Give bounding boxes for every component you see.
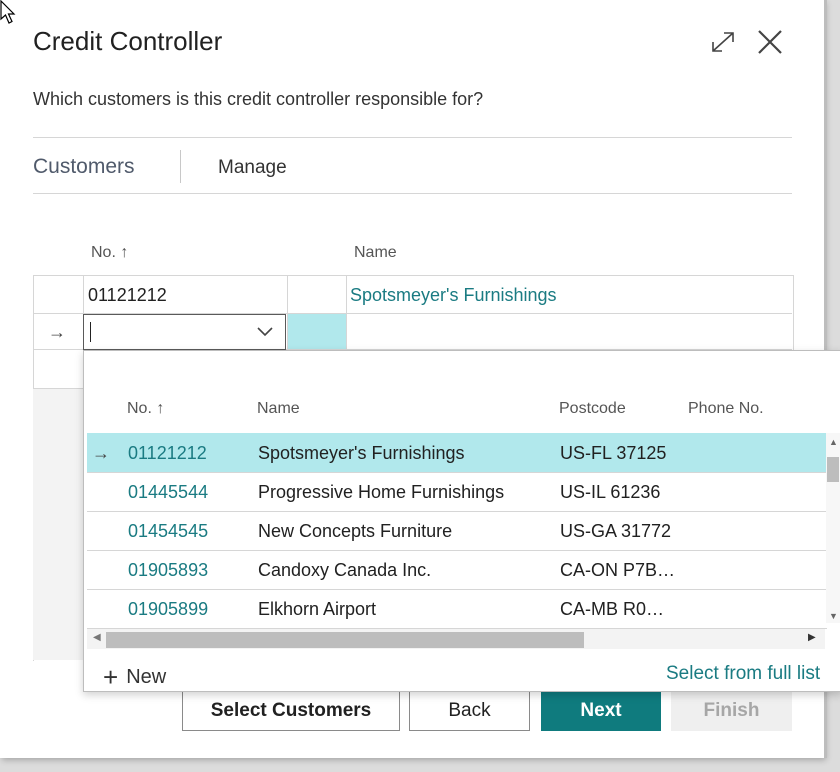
lookup-cell-name: Spotsmeyer's Furnishings bbox=[258, 443, 465, 463]
back-button[interactable]: Back bbox=[409, 690, 530, 731]
lookup-cell-postcode: US-IL 61236 bbox=[560, 482, 661, 502]
tab-separator bbox=[180, 150, 181, 183]
customer-lookup-dropdown: No. ↑ Name Postcode Phone No. → 01121212… bbox=[83, 350, 840, 692]
select-from-full-list-link[interactable]: Select from full list bbox=[666, 663, 820, 685]
grid-cell-name-link[interactable]: Spotsmeyer's Furnishings bbox=[350, 285, 557, 306]
lookup-cell-postcode: US-FL 37125 bbox=[560, 443, 667, 463]
lookup-header-phone[interactable]: Phone No. bbox=[688, 400, 764, 418]
new-button[interactable]: + New bbox=[103, 662, 166, 693]
lookup-cell-postcode: US-GA 31772 bbox=[560, 521, 672, 541]
lookup-cell-name: Elkhorn Airport bbox=[258, 599, 377, 619]
divider bbox=[33, 137, 792, 138]
active-row-cell[interactable] bbox=[288, 314, 346, 349]
lookup-cell-name: Candoxy Canada Inc. bbox=[258, 560, 432, 580]
tab-manage[interactable]: Manage bbox=[218, 157, 287, 179]
lookup-header-postcode[interactable]: Postcode bbox=[559, 400, 626, 418]
lookup-header-no[interactable]: No. ↑ bbox=[127, 400, 164, 418]
divider bbox=[33, 193, 792, 194]
lookup-row[interactable]: 01905893 Candoxy Canada Inc. CA-ON P7B… bbox=[87, 550, 827, 590]
customer-no-input[interactable] bbox=[83, 314, 286, 350]
lookup-cell-no[interactable]: 01454545 bbox=[128, 521, 208, 542]
new-label: New bbox=[126, 666, 167, 688]
grid-line bbox=[33, 388, 84, 389]
scroll-right-icon[interactable]: ▶ bbox=[808, 632, 816, 643]
current-row-arrow-icon: → bbox=[48, 322, 66, 342]
text-caret bbox=[90, 322, 91, 342]
tab-customers[interactable]: Customers bbox=[33, 155, 135, 179]
lookup-cell-no[interactable]: 01905899 bbox=[128, 599, 208, 620]
scroll-down-icon[interactable]: ▼ bbox=[829, 611, 838, 621]
lookup-cell-postcode: CA-MB R0… bbox=[560, 599, 665, 619]
lookup-cell-no[interactable]: 01121212 bbox=[128, 443, 207, 464]
grid-empty-area bbox=[33, 389, 84, 660]
vertical-scroll-thumb[interactable] bbox=[827, 457, 839, 482]
dialog-question: Which customers is this credit controlle… bbox=[33, 89, 484, 109]
lookup-row[interactable]: 01905899 Elkhorn Airport CA-MB R0… bbox=[87, 589, 827, 629]
chevron-down-icon[interactable] bbox=[256, 324, 274, 338]
lookup-row[interactable]: → 01121212 Spotsmeyer's Furnishings US-F… bbox=[87, 433, 827, 473]
lookup-header-name[interactable]: Name bbox=[257, 400, 300, 418]
lookup-cell-no[interactable]: 01905893 bbox=[128, 560, 208, 581]
lookup-cell-postcode: CA-ON P7B… bbox=[560, 560, 676, 580]
column-header-name[interactable]: Name bbox=[354, 244, 397, 262]
column-header-no[interactable]: No. ↑ bbox=[91, 244, 128, 262]
scroll-up-icon[interactable]: ▲ bbox=[829, 437, 838, 447]
grid-cell-no[interactable]: 01121212 bbox=[88, 285, 167, 306]
close-icon[interactable] bbox=[754, 26, 786, 58]
dialog-title: Credit Controller bbox=[33, 26, 223, 56]
plus-icon: + bbox=[103, 662, 119, 692]
selected-row-arrow-icon: → bbox=[92, 443, 110, 463]
scroll-left-icon[interactable]: ◀ bbox=[93, 632, 101, 643]
lookup-row[interactable]: 01445544 Progressive Home Furnishings US… bbox=[87, 472, 827, 512]
finish-button[interactable]: Finish bbox=[671, 690, 792, 731]
next-button[interactable]: Next bbox=[541, 690, 661, 731]
select-customers-button[interactable]: Select Customers bbox=[182, 690, 400, 731]
lookup-cell-name: New Concepts Furniture bbox=[258, 521, 453, 541]
lookup-row[interactable]: 01454545 New Concepts Furniture US-GA 31… bbox=[87, 511, 827, 551]
horizontal-scroll-thumb[interactable] bbox=[106, 632, 584, 648]
mouse-cursor-icon bbox=[0, 0, 16, 24]
expand-icon[interactable] bbox=[708, 28, 738, 56]
lookup-cell-no[interactable]: 01445544 bbox=[128, 482, 208, 503]
lookup-cell-name: Progressive Home Furnishings bbox=[258, 482, 505, 502]
